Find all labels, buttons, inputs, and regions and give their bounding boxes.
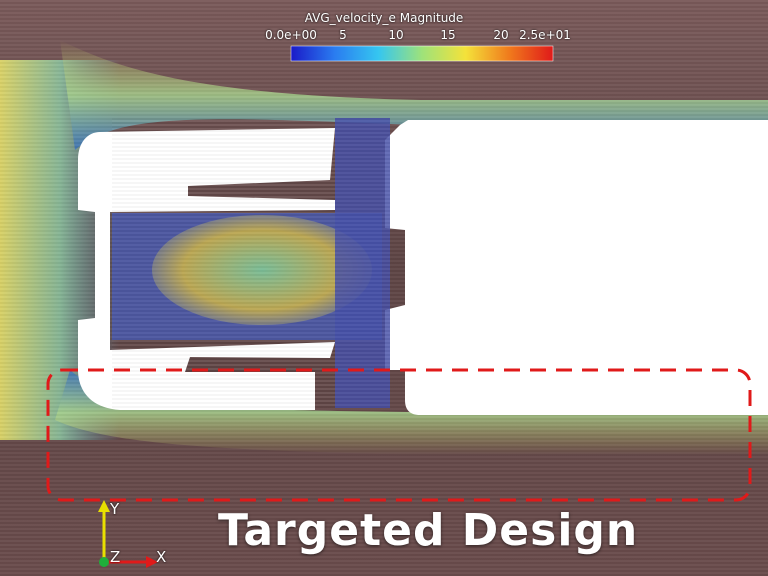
- colorbar-tick-5: 2.5e+01: [519, 28, 571, 42]
- vehicle-trailer: [385, 120, 768, 415]
- colorbar-tick-1: 5: [339, 28, 347, 42]
- colorbar-gradient: [290, 45, 554, 62]
- x-axis-label: X: [156, 548, 167, 566]
- caption-targeted-design: Targeted Design: [218, 505, 639, 556]
- colorbar-tick-4: 20: [493, 28, 509, 42]
- y-axis-label: Y: [110, 500, 120, 518]
- colorbar-tick-0: 0.0e+00: [265, 28, 317, 42]
- z-axis-label: Z: [110, 548, 121, 566]
- colorbar-tick-2: 10: [388, 28, 404, 42]
- z-axis-dot: [99, 557, 109, 567]
- colorbar-tick-3: 15: [440, 28, 456, 42]
- colorbar-title: AVG_velocity_e Magnitude: [304, 11, 464, 25]
- flow-visualization: [0, 0, 768, 576]
- cabin-streaks: [112, 118, 390, 408]
